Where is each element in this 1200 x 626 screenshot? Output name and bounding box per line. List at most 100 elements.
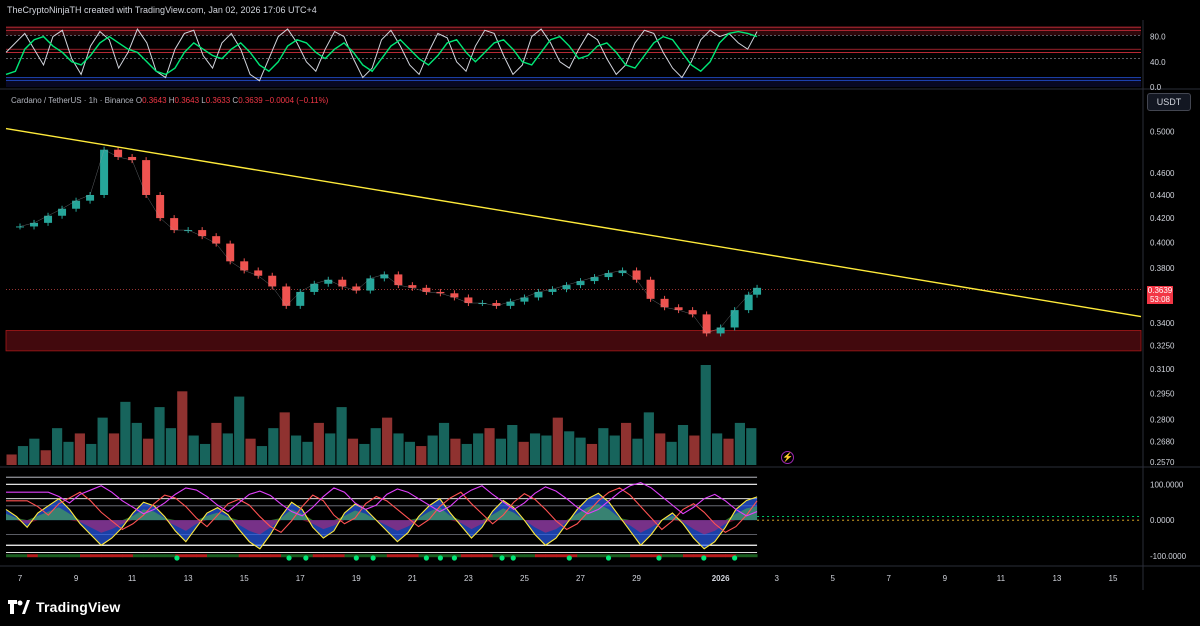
lightning-icon[interactable]: ⚡ bbox=[781, 451, 794, 464]
volume-bar bbox=[290, 435, 302, 465]
x-tick-label: 23 bbox=[464, 574, 473, 583]
buy-signal-dot bbox=[656, 555, 662, 561]
trend-ribbon-segment bbox=[672, 554, 684, 558]
candle-body bbox=[170, 218, 179, 231]
buy-signal-dot bbox=[303, 555, 309, 561]
volume-bar bbox=[529, 433, 541, 465]
trend-ribbon-segment bbox=[238, 554, 250, 558]
trend-ribbon-segment bbox=[228, 554, 240, 558]
trend-ribbon-segment bbox=[344, 554, 356, 558]
volume-bar bbox=[541, 435, 552, 465]
trend-ribbon-segment bbox=[545, 554, 557, 558]
close-value: 0.3639 bbox=[238, 96, 263, 105]
trend-ribbon-segment bbox=[37, 554, 49, 558]
trend-ribbon-segment bbox=[185, 554, 197, 558]
trend-ribbon-segment bbox=[27, 554, 39, 558]
trend-ribbon-segment bbox=[270, 554, 282, 558]
volume-bar bbox=[245, 438, 256, 465]
volume-bar bbox=[495, 438, 507, 465]
tradingview-logo-icon bbox=[8, 600, 30, 614]
volume-bar bbox=[268, 428, 279, 465]
volume-bar bbox=[484, 428, 495, 465]
volume-bar bbox=[507, 425, 518, 465]
volume-bar bbox=[598, 428, 609, 465]
volume-bar bbox=[143, 438, 154, 465]
volume-bar bbox=[609, 435, 620, 465]
bar-countdown: 53:08 bbox=[1149, 295, 1171, 304]
volume-bar bbox=[700, 365, 711, 465]
volume-bar bbox=[165, 428, 176, 465]
price-y-tick: 0.3250 bbox=[1150, 341, 1175, 350]
volume-bar bbox=[234, 396, 245, 465]
candle-body bbox=[310, 283, 319, 292]
trend-ribbon-segment bbox=[101, 554, 113, 558]
candle-body bbox=[646, 279, 655, 299]
trend-ribbon-segment bbox=[143, 554, 155, 558]
trend-ribbon-segment bbox=[577, 554, 589, 558]
trend-ribbon-segment bbox=[534, 554, 546, 558]
candle-body bbox=[338, 279, 347, 287]
buy-signal-dot bbox=[423, 555, 429, 561]
price-y-tick: 0.2570 bbox=[1150, 458, 1175, 467]
tradingview-logo[interactable]: TradingView bbox=[8, 598, 120, 616]
price-y-tick: 0.5000 bbox=[1150, 127, 1175, 136]
x-tick-label: 11 bbox=[128, 574, 137, 583]
x-tick-label: 9 bbox=[74, 574, 79, 583]
trend-ribbon-segment bbox=[90, 554, 102, 558]
candle-body bbox=[534, 291, 543, 298]
candle-body bbox=[632, 270, 641, 280]
candle-body bbox=[16, 226, 25, 228]
top-y-tick: 0.0 bbox=[1150, 83, 1162, 92]
candle-body bbox=[240, 261, 249, 271]
volume-bar bbox=[74, 433, 85, 465]
trend-ribbon-segment bbox=[460, 554, 472, 558]
tradingview-logo-text: TradingView bbox=[36, 599, 121, 615]
buy-signal-dot bbox=[370, 555, 376, 561]
top-y-tick: 80.0 bbox=[1150, 33, 1166, 42]
momentum-positive-area bbox=[6, 504, 758, 521]
price-y-tick: 0.3100 bbox=[1150, 365, 1175, 374]
trend-ribbon-segment bbox=[683, 554, 695, 558]
trend-ribbon-segment bbox=[154, 554, 166, 558]
volume-bar bbox=[564, 431, 575, 465]
trend-ribbon-segment bbox=[587, 554, 599, 558]
price-y-tick: 0.4400 bbox=[1150, 191, 1175, 200]
trend-ribbon-segment bbox=[291, 554, 303, 558]
trend-ribbon-segment bbox=[482, 554, 494, 558]
candle-body bbox=[744, 294, 753, 311]
volume-bar bbox=[689, 435, 700, 465]
volume-bar bbox=[40, 450, 51, 465]
volume-bar bbox=[427, 435, 438, 465]
volume-bar bbox=[746, 428, 757, 465]
symbol-name: Cardano / TetherUS · 1h · Binance bbox=[11, 96, 134, 105]
symbol-legend: Cardano / TetherUS · 1h · Binance O0.364… bbox=[11, 96, 328, 105]
trend-ribbon-segment bbox=[471, 554, 483, 558]
price-y-tick: 0.2950 bbox=[1150, 390, 1175, 399]
buy-signal-dot bbox=[353, 555, 359, 561]
volume-bar bbox=[723, 438, 734, 465]
trend-ribbon-segment bbox=[630, 554, 642, 558]
price-y-tick: 0.2800 bbox=[1150, 416, 1175, 425]
low-value: 0.3633 bbox=[205, 96, 231, 105]
candle-body bbox=[702, 314, 711, 334]
volume-bar bbox=[734, 422, 745, 465]
volume-bar bbox=[256, 446, 268, 465]
x-tick-label: 5 bbox=[831, 574, 836, 583]
volume-bar bbox=[17, 446, 29, 465]
trend-ribbon-segment bbox=[524, 554, 536, 558]
trend-ribbon-segment bbox=[217, 554, 229, 558]
volume-bar bbox=[347, 438, 359, 465]
price-y-tick: 0.4200 bbox=[1150, 214, 1175, 223]
x-tick-label: 9 bbox=[943, 574, 948, 583]
volume-bar bbox=[359, 443, 370, 465]
x-tick-label: 11 bbox=[997, 574, 1006, 583]
currency-button[interactable]: USDT bbox=[1147, 93, 1191, 111]
price-y-tick: 0.3400 bbox=[1150, 319, 1175, 328]
trend-ribbon-segment bbox=[164, 554, 176, 558]
x-tick-label: 7 bbox=[18, 574, 23, 583]
volume-bar bbox=[188, 435, 199, 465]
trend-ribbon-segment bbox=[312, 554, 324, 558]
chart-canvas[interactable]: 80.0 40.0 0.0 0.5000 0.4600 0.4400 0.4200 0.400… bbox=[0, 0, 1200, 626]
x-tick-label: 13 bbox=[1052, 574, 1061, 583]
change-value: −0.0004 (−0.11%) bbox=[264, 96, 329, 105]
